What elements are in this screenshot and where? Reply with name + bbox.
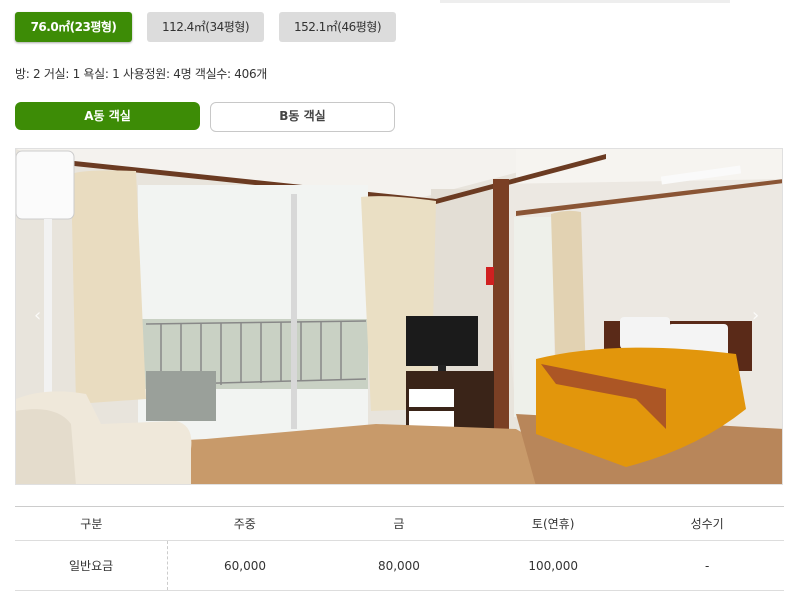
- building-tab-a[interactable]: A동 객실: [15, 102, 200, 130]
- header-saturday: 토(연휴): [476, 506, 631, 541]
- header-friday: 금: [321, 506, 477, 541]
- rate-table: 구분 주중 금 토(연휴) 성수기 일반요금 60,000 80,000 100…: [15, 506, 784, 591]
- price-saturday: 100,000: [476, 540, 631, 591]
- table-row: 일반요금 60,000 80,000 100,000 -: [15, 540, 784, 591]
- size-tab-76[interactable]: 76.0㎡(23평형): [15, 12, 132, 42]
- price-peak-season: -: [630, 540, 784, 591]
- rate-table-header: 구분 주중 금 토(연휴) 성수기: [15, 506, 784, 541]
- chevron-right-icon[interactable]: ›: [752, 305, 759, 326]
- chevron-left-icon[interactable]: ‹: [34, 305, 41, 326]
- building-tab-b[interactable]: B동 객실: [210, 102, 395, 132]
- row-label: 일반요금: [15, 540, 169, 591]
- size-tab-152[interactable]: 152.1㎡(46평형): [279, 12, 396, 42]
- room-info: 방: 2 거실: 1 욕실: 1 사용정원: 4명 객실수: 406개: [15, 67, 268, 81]
- header-weekday: 주중: [167, 506, 322, 541]
- price-friday: 80,000: [321, 540, 477, 591]
- header-peak-season: 성수기: [630, 506, 784, 541]
- price-weekday: 60,000: [167, 540, 322, 591]
- header-category: 구분: [15, 506, 168, 541]
- size-tab-112[interactable]: 112.4㎡(34평형): [147, 12, 264, 42]
- room-photo: [15, 148, 783, 485]
- top-divider: [440, 0, 730, 3]
